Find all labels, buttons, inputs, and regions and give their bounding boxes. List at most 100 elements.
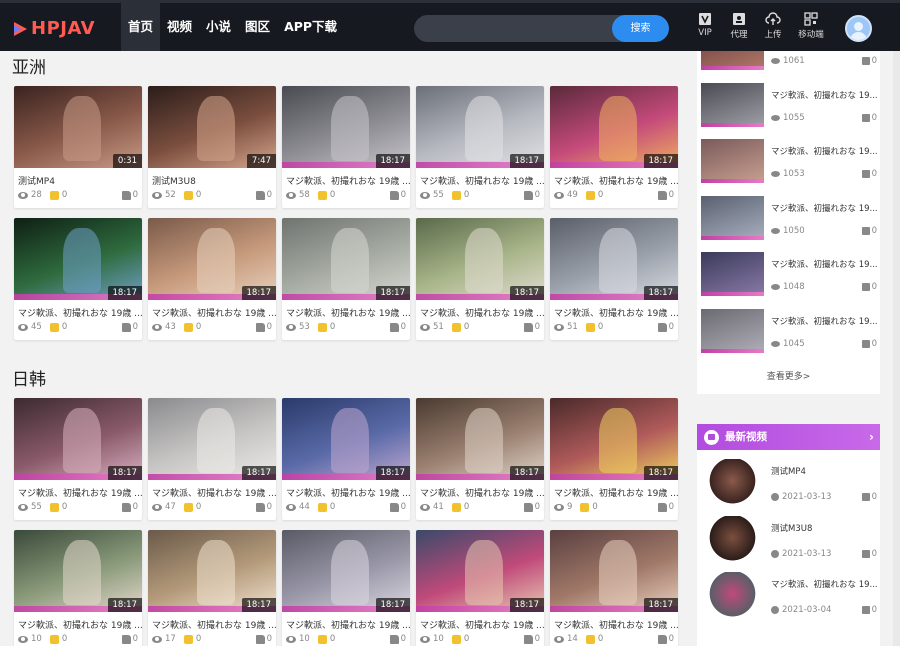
video-title[interactable]: マジ軟派、初撮れおな 19歳 ... bbox=[148, 300, 276, 319]
latest-video-item[interactable]: 测试MP4 2021-03-13 0 bbox=[701, 459, 877, 511]
ranking-item[interactable]: マジ軟派、初撮れおな 19... 1048 0 bbox=[701, 252, 877, 300]
video-card[interactable]: 18:17 マジ軟派、初撮れおな 19歳 ... 58 0 0 bbox=[282, 86, 410, 208]
video-card[interactable]: 18:17 マジ軟派、初撮れおな 19歳 ... 14 0 0 bbox=[550, 530, 678, 646]
ranking-item[interactable]: 1061 0 bbox=[701, 51, 877, 74]
like-button[interactable]: 0 bbox=[389, 502, 406, 512]
video-thumbnail[interactable]: 18:17 bbox=[282, 398, 410, 480]
video-card[interactable]: 18:17 マジ軟派、初撮れおな 19歳 ... 9 0 0 bbox=[550, 398, 678, 520]
video-card[interactable]: 18:17 マジ軟派、初撮れおな 19歳 ... 55 0 0 bbox=[14, 398, 142, 520]
like-button[interactable]: 0 bbox=[389, 322, 406, 332]
video-thumbnail[interactable]: 18:17 bbox=[14, 218, 142, 300]
like-button[interactable]: 0 bbox=[389, 634, 406, 644]
like-button[interactable]: 0 bbox=[523, 190, 540, 200]
like-button[interactable]: 0 bbox=[255, 322, 272, 332]
like-button[interactable]: 0 bbox=[523, 502, 540, 512]
video-title[interactable]: マジ軟派、初撮れおな 19歳 ... bbox=[282, 168, 410, 187]
latest-videos-header[interactable]: 最新视频 › bbox=[697, 424, 880, 450]
video-thumbnail[interactable]: 18:17 bbox=[416, 86, 544, 168]
video-card[interactable]: 18:17 マジ軟派、初撮れおな 19歳 ... 55 0 0 bbox=[416, 86, 544, 208]
agent-button[interactable]: 代理 bbox=[722, 12, 756, 40]
ranking-title[interactable]: マジ軟派、初撮れおな 19... bbox=[771, 315, 877, 327]
video-title[interactable]: マジ軟派、初撮れおな 19歳 ... bbox=[148, 480, 276, 499]
video-thumbnail[interactable]: 18:17 bbox=[550, 86, 678, 168]
video-thumbnail[interactable]: 18:17 bbox=[148, 218, 276, 300]
like-button[interactable]: 0 bbox=[861, 56, 877, 66]
search-input[interactable] bbox=[424, 15, 614, 42]
video-title[interactable]: マジ軟派、初撮れおな 19歳 ... bbox=[550, 612, 678, 631]
like-button[interactable]: 0 bbox=[861, 169, 877, 179]
ranking-item[interactable]: マジ軟派、初撮れおな 19... 1045 0 bbox=[701, 308, 877, 357]
like-button[interactable]: 0 bbox=[121, 190, 138, 200]
video-title[interactable]: マジ軟派、初撮れおな 19歳 ... bbox=[416, 480, 544, 499]
video-card[interactable]: 18:17 マジ軟派、初撮れおな 19歳 ... 53 0 0 bbox=[282, 218, 410, 340]
ranking-thumbnail[interactable] bbox=[701, 51, 764, 70]
like-button[interactable]: 0 bbox=[255, 190, 272, 200]
like-button[interactable]: 0 bbox=[523, 634, 540, 644]
latest-video-item[interactable]: マジ軟派、初撮れおな 19... 2021-03-04 0 bbox=[701, 572, 877, 624]
vip-button[interactable]: VIP bbox=[688, 12, 722, 40]
nav-item-videos[interactable]: 视频 bbox=[160, 3, 199, 51]
like-button[interactable]: 0 bbox=[657, 190, 674, 200]
video-thumbnail[interactable]: 18:17 bbox=[14, 530, 142, 612]
video-card[interactable]: 7:47 测试M3U8 52 0 0 bbox=[148, 86, 276, 208]
ranking-item[interactable]: マジ軟派、初撮れおな 19... 1050 0 bbox=[701, 195, 877, 244]
video-thumbnail[interactable]: 7:47 bbox=[148, 86, 276, 168]
latest-video-title[interactable]: 测试M3U8 bbox=[771, 522, 877, 534]
ranking-thumbnail[interactable] bbox=[701, 252, 764, 296]
like-button[interactable]: 0 bbox=[255, 634, 272, 644]
video-title[interactable]: マジ軟派、初撮れおな 19歳 ... bbox=[14, 480, 142, 499]
video-title[interactable]: 测试M3U8 bbox=[148, 168, 276, 187]
video-card[interactable]: 18:17 マジ軟派、初撮れおな 19歳 ... 51 0 0 bbox=[416, 218, 544, 340]
video-thumbnail[interactable]: 18:17 bbox=[416, 530, 544, 612]
like-button[interactable]: 0 bbox=[861, 226, 877, 236]
page-scrollbar[interactable] bbox=[893, 51, 900, 646]
video-thumbnail[interactable]: 18:17 bbox=[416, 218, 544, 300]
like-button[interactable]: 0 bbox=[657, 634, 674, 644]
video-thumbnail[interactable]: 18:17 bbox=[148, 398, 276, 480]
like-button[interactable]: 0 bbox=[389, 190, 406, 200]
like-button[interactable]: 0 bbox=[861, 113, 877, 123]
video-card[interactable]: 18:17 マジ軟派、初撮れおな 19歳 ... 51 0 0 bbox=[550, 218, 678, 340]
video-thumbnail[interactable]: 18:17 bbox=[550, 398, 678, 480]
video-title[interactable]: マジ軟派、初撮れおな 19歳 ... bbox=[282, 300, 410, 319]
video-title[interactable]: マジ軟派、初撮れおな 19歳 ... bbox=[550, 168, 678, 187]
video-thumbnail[interactable]: 18:17 bbox=[282, 86, 410, 168]
video-thumbnail[interactable]: 0:31 bbox=[14, 86, 142, 168]
like-button[interactable]: 0 bbox=[861, 605, 877, 615]
video-card[interactable]: 18:17 マジ軟派、初撮れおな 19歳 ... 44 0 0 bbox=[282, 398, 410, 520]
latest-video-title[interactable]: マジ軟派、初撮れおな 19... bbox=[771, 578, 877, 590]
like-button[interactable]: 0 bbox=[861, 339, 877, 349]
ranking-item[interactable]: マジ軟派、初撮れおな 19... 1055 0 bbox=[701, 82, 877, 131]
video-card[interactable]: 18:17 マジ軟派、初撮れおな 19歳 ... 47 0 0 bbox=[148, 398, 276, 520]
ranking-thumbnail[interactable] bbox=[701, 82, 764, 127]
like-button[interactable]: 0 bbox=[255, 502, 272, 512]
video-thumbnail[interactable]: 18:17 bbox=[282, 218, 410, 300]
like-button[interactable]: 0 bbox=[657, 322, 674, 332]
video-card[interactable]: 18:17 マジ軟派、初撮れおな 19歳 ... 49 0 0 bbox=[550, 86, 678, 208]
video-title[interactable]: マジ軟派、初撮れおな 19歳 ... bbox=[416, 612, 544, 631]
video-thumbnail[interactable]: 18:17 bbox=[550, 530, 678, 612]
video-card[interactable]: 18:17 マジ軟派、初撮れおな 19歳 ... 10 0 0 bbox=[282, 530, 410, 646]
like-button[interactable]: 0 bbox=[523, 322, 540, 332]
latest-thumbnail[interactable] bbox=[701, 459, 764, 507]
latest-thumbnail[interactable] bbox=[701, 572, 764, 620]
user-avatar[interactable] bbox=[845, 15, 872, 42]
site-logo[interactable]: HPJAV bbox=[12, 18, 95, 39]
like-button[interactable]: 0 bbox=[121, 634, 138, 644]
like-button[interactable]: 0 bbox=[657, 502, 674, 512]
ranking-thumbnail[interactable] bbox=[701, 308, 764, 353]
like-button[interactable]: 0 bbox=[861, 492, 877, 502]
video-title[interactable]: マジ軟派、初撮れおな 19歳 ... bbox=[550, 480, 678, 499]
video-thumbnail[interactable]: 18:17 bbox=[416, 398, 544, 480]
video-thumbnail[interactable]: 18:17 bbox=[148, 530, 276, 612]
ranking-title[interactable]: マジ軟派、初撮れおな 19... bbox=[771, 89, 877, 101]
video-title[interactable]: マジ軟派、初撮れおな 19歳 ... bbox=[550, 300, 678, 319]
video-title[interactable]: マジ軟派、初撮れおな 19歳 ... bbox=[282, 612, 410, 631]
video-title[interactable]: マジ軟派、初撮れおな 19歳 ... bbox=[416, 168, 544, 187]
video-thumbnail[interactable]: 18:17 bbox=[282, 530, 410, 612]
ranking-thumbnail[interactable] bbox=[701, 195, 764, 240]
nav-item-app-download[interactable]: APP下载 bbox=[277, 3, 344, 51]
video-thumbnail[interactable]: 18:17 bbox=[550, 218, 678, 300]
ranking-title[interactable]: マジ軟派、初撮れおな 19... bbox=[771, 258, 877, 270]
like-button[interactable]: 0 bbox=[861, 282, 877, 292]
